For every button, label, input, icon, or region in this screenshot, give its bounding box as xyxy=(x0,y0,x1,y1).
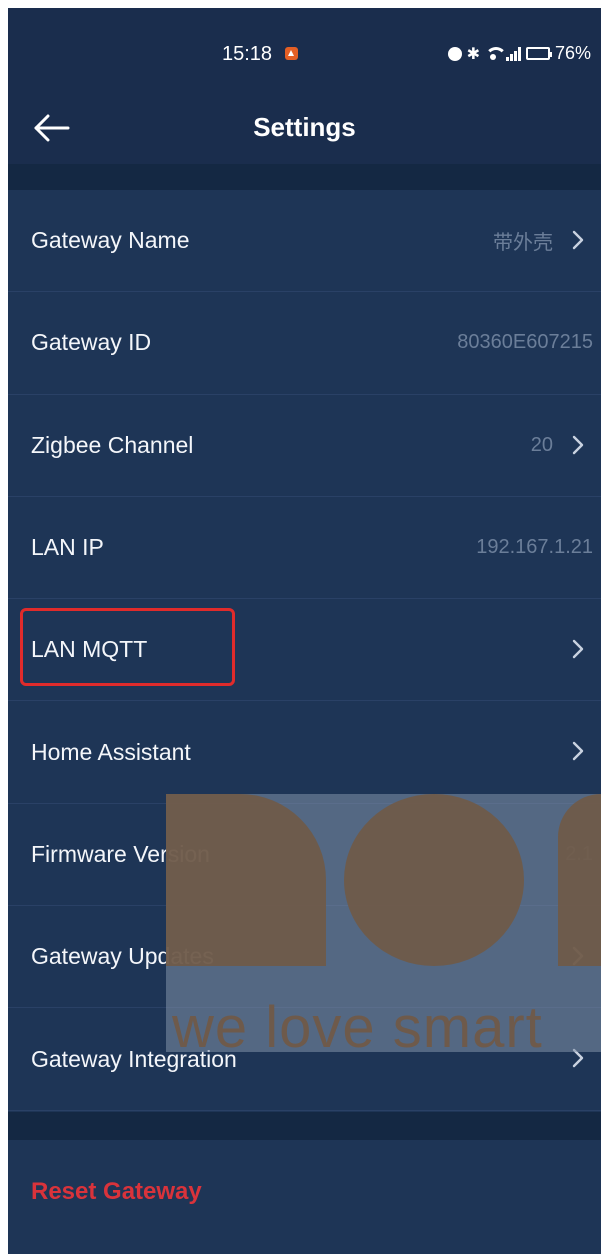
row-value: 192.167.1.21 xyxy=(476,536,593,559)
row-label: Gateway Updates xyxy=(31,943,214,970)
row-label: Gateway ID xyxy=(31,329,152,356)
row-label: LAN IP xyxy=(31,534,104,561)
row-label: Zigbee Channel xyxy=(31,431,194,458)
battery-percent: 76% xyxy=(554,43,591,63)
phone-screen: 15:18 ✱ 76% Settings Gateway Name 带外壳 Ga… xyxy=(8,8,601,1254)
settings-row-firmware-version: Firmware Version 2.1 xyxy=(8,804,601,907)
settings-list: Gateway Name 带外壳 Gateway ID 80360E607215… xyxy=(8,190,601,1111)
signal-icon xyxy=(505,46,521,61)
row-value: 20 xyxy=(530,433,553,456)
chevron-right-icon xyxy=(572,1049,584,1068)
header: Settings xyxy=(8,92,601,164)
chevron-right-icon xyxy=(572,639,584,659)
row-label: Firmware Version xyxy=(31,840,210,867)
settings-row-home-assistant[interactable]: Home Assistant xyxy=(8,701,601,804)
wifi-icon xyxy=(484,46,507,61)
page-title: Settings xyxy=(253,112,356,142)
row-label: Gateway Integration xyxy=(31,1045,237,1072)
row-label: Gateway Name xyxy=(31,227,190,254)
status-time: 15:18 xyxy=(222,43,273,65)
row-label: Home Assistant xyxy=(31,738,191,765)
status-bar: 15:18 ✱ 76% xyxy=(8,8,601,92)
chevron-right-icon xyxy=(572,946,584,966)
chevron-right-icon xyxy=(572,435,584,454)
status-icons: ✱ 76% xyxy=(447,43,591,64)
chevron-right-icon xyxy=(572,742,584,761)
settings-row-lan-mqtt[interactable]: LAN MQTT xyxy=(8,599,601,702)
row-value: 80360E607215 xyxy=(457,331,593,354)
reset-gateway-button[interactable]: Reset Gateway xyxy=(8,1140,601,1244)
section-divider xyxy=(8,1112,601,1140)
reset-gateway-label: Reset Gateway xyxy=(31,1178,202,1205)
settings-row-gateway-name[interactable]: Gateway Name 带外壳 xyxy=(8,190,601,293)
row-label: LAN MQTT xyxy=(31,636,148,663)
notification-alert-icon xyxy=(285,47,298,60)
settings-row-gateway-updates[interactable]: Gateway Updates xyxy=(8,906,601,1009)
battery-icon xyxy=(525,47,552,60)
settings-row-lan-ip: LAN IP 192.167.1.21 xyxy=(8,497,601,600)
chevron-right-icon xyxy=(572,230,584,250)
settings-row-zigbee-channel[interactable]: Zigbee Channel 20 xyxy=(8,395,601,497)
settings-row-gateway-id: Gateway ID 80360E607215 xyxy=(8,292,601,395)
row-value: 带外壳 xyxy=(493,232,553,255)
bluetooth-icon: ✱ xyxy=(466,44,480,63)
row-value: 2.1 xyxy=(565,842,593,865)
alarm-icon xyxy=(447,46,462,61)
section-divider xyxy=(8,164,601,190)
settings-row-gateway-integration[interactable]: Gateway Integration xyxy=(8,1008,601,1111)
